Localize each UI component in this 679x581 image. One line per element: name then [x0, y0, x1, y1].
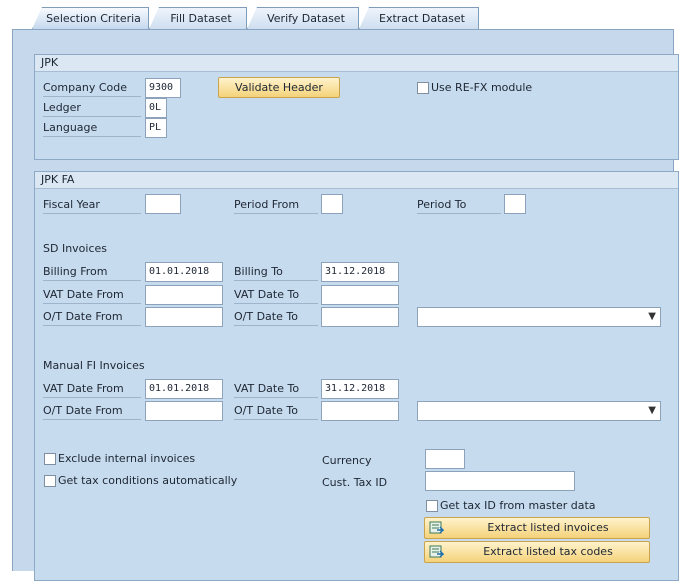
ledger-input[interactable]: 0L: [145, 98, 167, 118]
currency-input[interactable]: [425, 449, 465, 469]
fi-invoice-type-dropdown[interactable]: ▼: [417, 401, 661, 421]
fi-vat-date-to-label: VAT Date To: [234, 380, 318, 398]
company-code-input[interactable]: 9300: [145, 78, 181, 98]
currency-label: Currency: [322, 454, 372, 467]
fi-ot-date-from-input[interactable]: [145, 401, 223, 421]
sd-vat-date-from-label: VAT Date From: [43, 286, 141, 304]
jpk-fa-group-title: JPK FA: [35, 172, 678, 189]
sd-billing-from-label: Billing From: [43, 263, 141, 281]
sd-billing-to-label: Billing To: [234, 263, 318, 281]
tab-selection-criteria[interactable]: Selection Criteria: [32, 7, 149, 29]
tab-verify-dataset[interactable]: Verify Dataset: [247, 7, 359, 29]
fi-invoices-heading: Manual FI Invoices: [43, 359, 145, 372]
fi-ot-date-to-input[interactable]: [321, 401, 399, 421]
sd-invoices-heading: SD Invoices: [43, 242, 108, 255]
ledger-label: Ledger: [43, 99, 141, 117]
sd-ot-date-from-input[interactable]: [145, 307, 223, 327]
sd-vat-date-from-input[interactable]: [145, 285, 223, 305]
tab-strip: Selection Criteria Fill Dataset Verify D…: [32, 7, 479, 29]
company-code-label: Company Code: [43, 79, 141, 97]
get-tax-id-label: Get tax ID from master data: [440, 499, 596, 512]
exclude-internal-label: Exclude internal invoices: [58, 452, 196, 465]
extract-listed-invoices-label: Extract listed invoices: [487, 521, 609, 534]
fi-vat-date-from-label: VAT Date From: [43, 380, 141, 398]
fi-vat-date-to-input[interactable]: 31.12.2018: [321, 379, 399, 399]
period-from-label: Period From: [234, 196, 318, 214]
exclude-internal-checkbox[interactable]: [44, 453, 56, 465]
jpk-group-title: JPK: [35, 55, 678, 72]
jpk-group: JPK Company Code 9300 Ledger 0L Language…: [34, 54, 679, 160]
fi-ot-date-to-label: O/T Date To: [234, 402, 318, 420]
extract-listed-tax-codes-label: Extract listed tax codes: [483, 545, 613, 558]
language-input[interactable]: PL: [145, 118, 167, 138]
tab-fill-dataset[interactable]: Fill Dataset: [149, 7, 247, 29]
fiscal-year-input[interactable]: [145, 194, 181, 214]
chevron-down-icon: ▼: [648, 405, 656, 416]
get-tax-conditions-label: Get tax conditions automatically: [58, 474, 238, 487]
period-from-input[interactable]: [321, 194, 343, 214]
sd-ot-date-to-input[interactable]: [321, 307, 399, 327]
extract-listed-tax-codes-button[interactable]: Extract listed tax codes: [424, 541, 650, 563]
jpk-fa-group: JPK FA Fiscal Year Period From Period To…: [34, 171, 679, 581]
cust-tax-id-label: Cust. Tax ID: [322, 476, 388, 489]
sd-vat-date-to-input[interactable]: [321, 285, 399, 305]
fi-vat-date-from-input[interactable]: 01.01.2018: [145, 379, 223, 399]
extract-listed-invoices-button[interactable]: Extract listed invoices: [424, 517, 650, 539]
use-refx-checkbox[interactable]: [417, 82, 429, 94]
sd-billing-to-input[interactable]: 31.12.2018: [321, 262, 399, 282]
fi-ot-date-from-label: O/T Date From: [43, 402, 141, 420]
chevron-down-icon: ▼: [648, 311, 656, 322]
language-label: Language: [43, 119, 141, 137]
extract-icon: [429, 521, 444, 534]
cust-tax-id-input[interactable]: [425, 471, 575, 491]
get-tax-id-checkbox[interactable]: [426, 500, 438, 512]
use-refx-label: Use RE-FX module: [431, 81, 533, 94]
sd-ot-date-to-label: O/T Date To: [234, 308, 318, 326]
tab-extract-dataset[interactable]: Extract Dataset: [359, 7, 479, 29]
period-to-label: Period To: [417, 196, 501, 214]
fiscal-year-label: Fiscal Year: [43, 196, 141, 214]
tab-content-panel: JPK Company Code 9300 Ledger 0L Language…: [12, 29, 679, 581]
extract-icon: [429, 545, 444, 558]
get-tax-conditions-checkbox[interactable]: [44, 475, 56, 487]
sd-billing-from-input[interactable]: 01.01.2018: [145, 262, 223, 282]
sd-ot-date-from-label: O/T Date From: [43, 308, 141, 326]
sd-invoice-type-dropdown[interactable]: ▼: [417, 307, 661, 327]
validate-header-button[interactable]: Validate Header: [218, 77, 340, 98]
sd-vat-date-to-label: VAT Date To: [234, 286, 318, 304]
period-to-input[interactable]: [504, 194, 526, 214]
